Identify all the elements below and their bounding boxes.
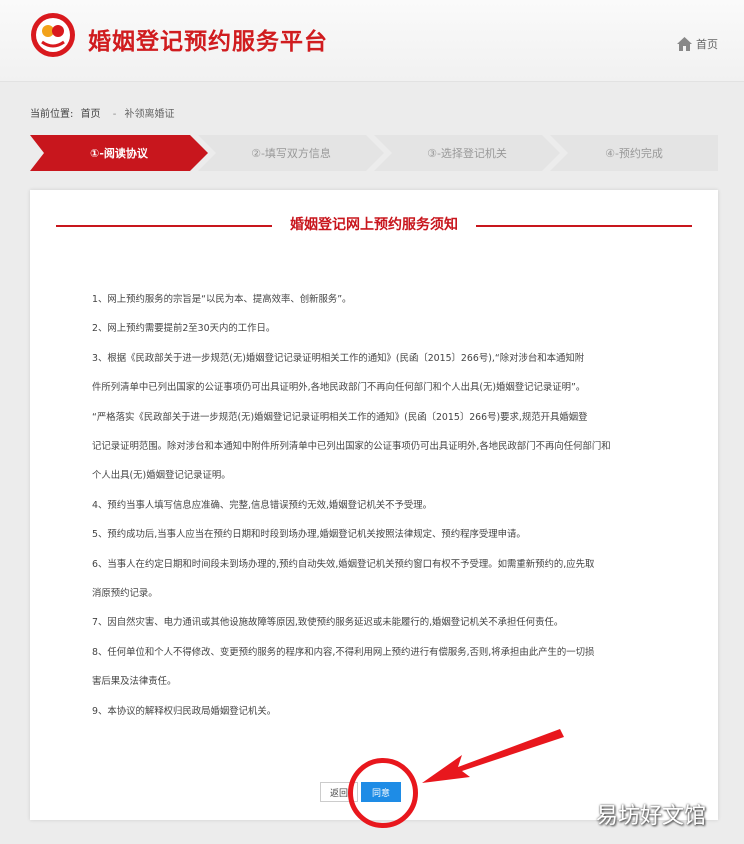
- notice-line: 8、任何单位和个人不得修改、变更预约服务的程序和内容,不得利用网上预约进行有偿服…: [92, 646, 595, 658]
- step-read-agreement: ①-阅读协议: [30, 135, 208, 171]
- notice-line: 7、因自然灾害、电力通讯或其他设施故障等原因,致使预约服务延迟或未能履行的,婚姻…: [92, 617, 564, 629]
- home-link-label: 首页: [696, 38, 718, 51]
- notice-line: 件所列清单中已列出国家的公证事项仍可出具证明外,各地民政部门不再向任何部门和个人…: [92, 382, 586, 394]
- notice-line: 个人出具(无)婚姻登记记录证明。: [92, 470, 231, 482]
- home-icon: [677, 37, 692, 51]
- breadcrumb-separator: -: [112, 109, 117, 120]
- notice-line: “严格落实《民政部关于进一步规范(无)婚姻登记记录证明相关工作的通知》(民函〔2…: [92, 411, 588, 423]
- notice-line: 9、本协议的解释权归民政局婚姻登记机关。: [92, 705, 277, 717]
- notice-line: 2、网上预约需要提前2至30天内的工作日。: [92, 323, 276, 335]
- step-select-office: ③-选择登记机关: [374, 135, 560, 171]
- agreement-panel: 婚姻登记网上预约服务须知 1、网上预约服务的宗旨是“以民为本、提高效率、创新服务…: [30, 190, 718, 820]
- breadcrumb-home[interactable]: 首页: [81, 109, 101, 120]
- step-label: ④-预约完成: [605, 147, 663, 160]
- step-fill-info: ②-填写双方信息: [198, 135, 384, 171]
- notice-line: 1、网上预约服务的宗旨是“以民为本、提高效率、创新服务”。: [92, 294, 352, 305]
- breadcrumb-current: 补领离婚证: [124, 109, 175, 120]
- step-label: ②-填写双方信息: [251, 147, 331, 160]
- notice-title: 婚姻登记网上预约服务须知: [290, 217, 458, 233]
- step-label: ③-选择登记机关: [427, 147, 507, 160]
- site-title: 婚姻登记预约服务平台: [88, 29, 328, 55]
- highlight-circle: [348, 758, 418, 828]
- notice-terms: 1、网上预约服务的宗旨是“以民为本、提高效率、创新服务”。 2、网上预约需要提前…: [92, 285, 662, 726]
- step-complete: ④-预约完成: [550, 135, 718, 171]
- notice-line: 4、预约当事人填写信息应准确、完整,信息错误预约无效,婚姻登记机关不予受理。: [92, 499, 433, 511]
- breadcrumb: 当前位置: 首页 - 补领离婚证: [30, 105, 179, 120]
- watermark-text: 易坊好文馆: [596, 804, 707, 829]
- pointer-arrow-icon: [422, 729, 564, 783]
- site-header: 婚姻登记预约服务平台 首页: [0, 0, 744, 82]
- breadcrumb-prefix: 当前位置:: [30, 109, 74, 120]
- progress-steps: ①-阅读协议 ②-填写双方信息 ③-选择登记机关 ④-预约完成: [30, 135, 718, 171]
- notice-line: 害后果及法律责任。: [92, 676, 177, 688]
- notice-line: 消原预约记录。: [92, 588, 158, 600]
- marriage-logo-icon: [31, 13, 75, 57]
- notice-line: 3、根据《民政部关于进一步规范(无)婚姻登记记录证明相关工作的通知》(民函〔20…: [92, 352, 585, 364]
- home-link[interactable]: 首页: [677, 36, 718, 52]
- notice-line: 5、预约成功后,当事人应当在预约日期和时段到场办理,婚姻登记机关按照法律规定、预…: [92, 529, 526, 541]
- step-label: ①-阅读协议: [90, 147, 148, 160]
- notice-line: 记记录证明范围。除对涉台和本通知中附件所列清单中已列出国家的公证事项仍可出具证明…: [92, 441, 611, 453]
- notice-line: 6、当事人在约定日期和时间段未到场办理的,预约自动失效,婚姻登记机关预约窗口有权…: [92, 558, 595, 570]
